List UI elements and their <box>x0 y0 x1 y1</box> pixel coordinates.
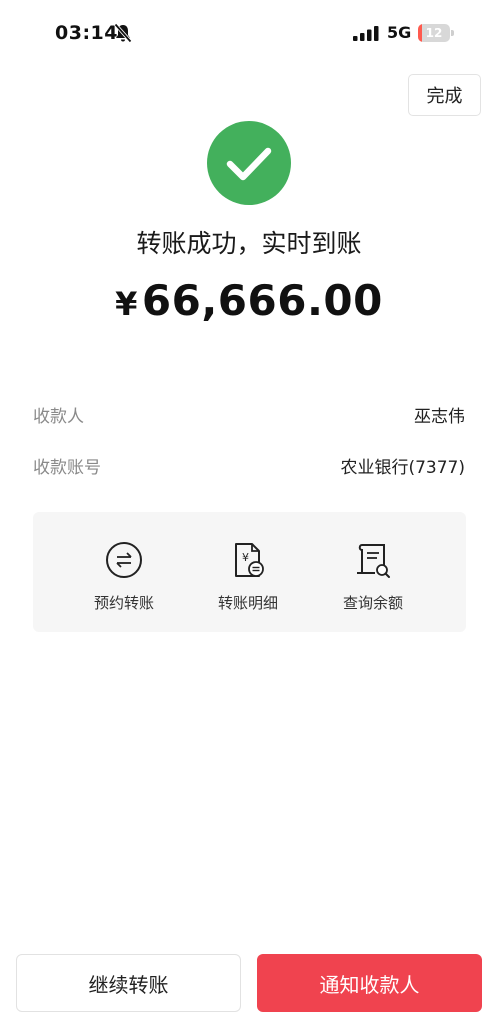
battery-icon: 12 <box>418 24 454 42</box>
status-time: 03:14 <box>55 22 118 44</box>
bell-muted-icon <box>114 23 132 43</box>
transfer-details-label: 转账明细 <box>217 594 278 612</box>
success-check-icon <box>207 121 291 205</box>
quick-actions-panel: 预约转账 ¥ 转账明细 查询余额 <box>33 512 466 632</box>
transfer-details-icon: ¥ <box>235 543 264 577</box>
scheduled-transfer-label: 预约转账 <box>93 594 154 612</box>
result-title: 转账成功，实时到账 <box>136 229 362 258</box>
network-type: 5G <box>387 23 412 42</box>
battery-level: 12 <box>425 26 443 40</box>
check-balance-button[interactable]: 查询余额 <box>318 536 428 616</box>
account-row: 收款账号 农业银行(7377) <box>33 450 465 480</box>
transfer-details-button[interactable]: ¥ 转账明细 <box>193 536 303 616</box>
transfer-amount: ¥66,666.00 <box>0 276 498 325</box>
check-balance-label: 查询余额 <box>342 594 403 612</box>
scheduled-transfer-button[interactable]: 预约转账 <box>69 536 179 616</box>
amount-value: 66,666.00 <box>141 276 383 325</box>
payee-row: 收款人 巫志伟 <box>33 399 465 429</box>
cellular-signal-icon <box>353 26 379 41</box>
account-value: 农业银行(7377) <box>340 457 465 478</box>
notify-payee-button[interactable]: 通知收款人 <box>257 954 482 1012</box>
done-button[interactable]: 完成 <box>408 74 481 116</box>
currency-symbol: ¥ <box>115 285 138 323</box>
svg-text:¥: ¥ <box>242 551 249 564</box>
continue-transfer-button[interactable]: 继续转账 <box>16 954 241 1012</box>
check-balance-icon <box>357 544 390 578</box>
status-bar: 03:14 5G 12 <box>0 0 498 66</box>
scheduled-transfer-icon <box>106 542 142 578</box>
payee-value: 巫志伟 <box>414 406 465 427</box>
payee-label: 收款人 <box>33 406 84 427</box>
account-label: 收款账号 <box>33 457 101 478</box>
